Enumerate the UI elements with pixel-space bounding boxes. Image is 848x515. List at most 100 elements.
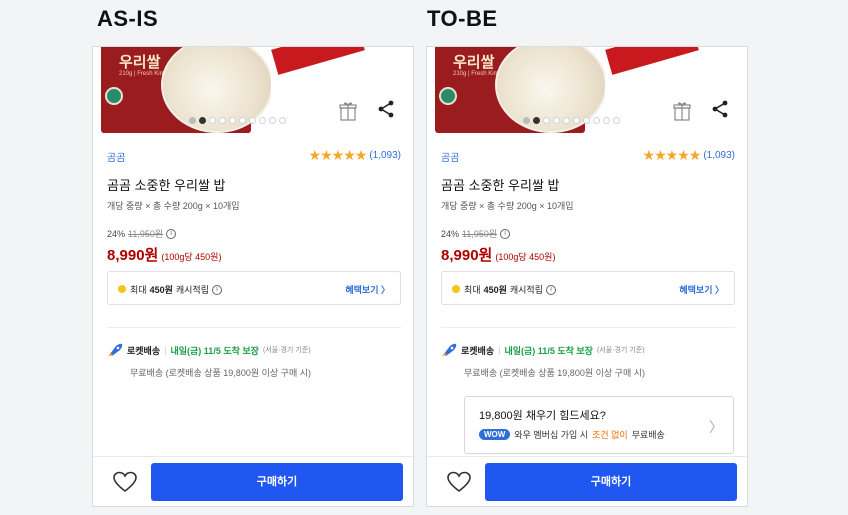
arrival-guarantee: 내일(금) 11/5 도착 보장 xyxy=(170,345,259,356)
carousel-dot[interactable] xyxy=(219,117,226,124)
original-price: 11,950원 xyxy=(462,229,498,239)
divider xyxy=(441,327,735,328)
sale-price: 8,990원 xyxy=(441,247,493,264)
upsell-highlight: 조건 없이 xyxy=(592,430,628,440)
rating[interactable]: ★★★★★ (1,093) xyxy=(643,147,735,164)
sale-price: 8,990원 xyxy=(107,247,159,264)
product-title: 곰곰 소중한 우리쌀 밥 xyxy=(107,178,226,193)
carousel-dot-active[interactable] xyxy=(199,117,206,124)
bottom-action-bar: 구매하기 xyxy=(427,456,747,506)
info-icon[interactable]: i xyxy=(545,284,556,295)
carousel-indicator[interactable] xyxy=(523,117,620,124)
carousel-dot[interactable] xyxy=(523,117,530,124)
tray-edge xyxy=(605,47,699,75)
carousel-dot[interactable] xyxy=(279,117,286,124)
chevron-right-icon: 〉 xyxy=(709,419,723,435)
carousel-dot[interactable] xyxy=(239,117,246,124)
carousel-indicator[interactable] xyxy=(189,117,286,124)
asis-heading: AS-IS xyxy=(97,6,159,31)
carousel-dot[interactable] xyxy=(259,117,266,124)
heart-icon[interactable] xyxy=(447,471,471,493)
bottom-action-bar: 구매하기 xyxy=(93,456,413,506)
review-count[interactable]: (1,093) xyxy=(369,150,401,161)
delivery-region: (서울·경기 기준) xyxy=(262,347,311,354)
gift-icon[interactable] xyxy=(673,101,691,121)
discount-row: 24% 11,950원 i xyxy=(441,227,511,240)
delivery-region: (서울·경기 기준) xyxy=(596,347,645,354)
info-icon[interactable]: i xyxy=(166,228,177,239)
delivery-row: 로켓배송 | 내일(금) 11/5 도착 보장 (서울·경기 기준) xyxy=(441,343,645,357)
tobe-heading: TO-BE xyxy=(427,6,498,31)
gift-icon[interactable] xyxy=(339,101,357,121)
unit-price: (100g당 450원) xyxy=(161,252,222,262)
star-rating: ★★★★★ xyxy=(308,147,368,163)
rating[interactable]: ★★★★★ (1,093) xyxy=(309,147,401,164)
divider xyxy=(107,327,401,328)
star-rating: ★★★★★ xyxy=(642,147,702,163)
heart-icon[interactable] xyxy=(113,471,137,493)
upsell-post: 무료배송 xyxy=(631,430,665,440)
rocket-delivery-label: 로켓배송 xyxy=(461,345,495,356)
info-icon[interactable]: i xyxy=(211,284,222,295)
cashback-amount: 450원 xyxy=(149,285,173,295)
package-brand: 우리쌀 xyxy=(453,54,495,71)
share-icon[interactable] xyxy=(711,99,729,119)
cashback-box[interactable]: 최대 450원 캐시적립 i 혜택보기 〉 xyxy=(441,271,735,305)
cashback-prefix: 최대 xyxy=(130,285,147,295)
rocket-delivery-label: 로켓배송 xyxy=(127,345,161,356)
cashback-prefix: 최대 xyxy=(464,285,481,295)
info-icon[interactable]: i xyxy=(500,228,511,239)
carousel-dot[interactable] xyxy=(573,117,580,124)
buy-button[interactable]: 구매하기 xyxy=(485,463,737,501)
cashback-amount: 450원 xyxy=(483,285,507,295)
cashback-text: 최대 450원 캐시적립 i xyxy=(130,283,222,296)
product-spec: 개당 중량 × 총 수량 200g × 10개입 xyxy=(441,201,574,211)
upsell-description: WOW 와우 멤버십 가입 시 조건 없이 무료배송 xyxy=(479,428,665,441)
share-icon[interactable] xyxy=(377,99,395,119)
unit-price: (100g당 450원) xyxy=(495,252,556,262)
discount-row: 24% 11,950원 i xyxy=(107,227,177,240)
carousel-dot[interactable] xyxy=(269,117,276,124)
carousel-dot[interactable] xyxy=(543,117,550,124)
discount-rate: 24% xyxy=(441,228,460,239)
coin-icon xyxy=(452,285,460,293)
free-shipping-note: 무료배송 (로켓배송 상품 19,800원 이상 구매 시) xyxy=(464,368,646,378)
separator: | xyxy=(498,345,501,355)
buy-button[interactable]: 구매하기 xyxy=(151,463,403,501)
view-benefits-link[interactable]: 혜택보기 〉 xyxy=(679,283,724,296)
seller-link[interactable]: 곰곰 xyxy=(441,149,459,164)
upsell-question: 19,800원 채우기 힘드세요? xyxy=(479,410,606,422)
carousel-dot[interactable] xyxy=(229,117,236,124)
product-image-carousel[interactable]: 우리쌀 밥 210g | Fresh Kimchi xyxy=(427,47,747,135)
rocket-icon xyxy=(442,343,457,356)
cashback-box[interactable]: 최대 450원 캐시적립 i 혜택보기 〉 xyxy=(107,271,401,305)
view-benefits-link[interactable]: 혜택보기 〉 xyxy=(345,283,390,296)
cashback-label: 캐시적립 xyxy=(509,285,543,295)
carousel-dot[interactable] xyxy=(603,117,610,124)
wow-badge: WOW xyxy=(479,429,511,440)
carousel-dot[interactable] xyxy=(249,117,256,124)
wow-membership-upsell[interactable]: 19,800원 채우기 힘드세요? WOW 와우 멤버십 가입 시 조건 없이 … xyxy=(464,396,734,454)
product-image-carousel[interactable]: 우리쌀 밥 210g | Fresh Kimchi xyxy=(93,47,413,135)
tobe-product-screen: 우리쌀 밥 210g | Fresh Kimchi 곰곰 ★★★★★ (1,09… xyxy=(426,46,748,507)
seller-link[interactable]: 곰곰 xyxy=(107,149,125,164)
carousel-dot[interactable] xyxy=(593,117,600,124)
carousel-dot[interactable] xyxy=(583,117,590,124)
carousel-dot-active[interactable] xyxy=(533,117,540,124)
arrival-guarantee: 내일(금) 11/5 도착 보장 xyxy=(504,345,593,356)
carousel-dot[interactable] xyxy=(209,117,216,124)
discount-rate: 24% xyxy=(107,228,126,239)
asis-product-screen: 우리쌀 밥 210g | Fresh Kimchi 곰곰 ★★★★★ (1,09… xyxy=(92,46,414,507)
carousel-dot[interactable] xyxy=(563,117,570,124)
rocket-icon xyxy=(108,343,123,356)
cashback-label: 캐시적립 xyxy=(175,285,209,295)
package-seal xyxy=(439,87,457,105)
carousel-dot[interactable] xyxy=(553,117,560,124)
review-count[interactable]: (1,093) xyxy=(703,150,735,161)
carousel-dot[interactable] xyxy=(189,117,196,124)
delivery-row: 로켓배송 | 내일(금) 11/5 도착 보장 (서울·경기 기준) xyxy=(107,343,311,357)
product-title: 곰곰 소중한 우리쌀 밥 xyxy=(441,178,560,193)
product-spec: 개당 중량 × 총 수량 200g × 10개입 xyxy=(107,201,240,211)
carousel-dot[interactable] xyxy=(613,117,620,124)
free-shipping-note: 무료배송 (로켓배송 상품 19,800원 이상 구매 시) xyxy=(130,368,312,378)
